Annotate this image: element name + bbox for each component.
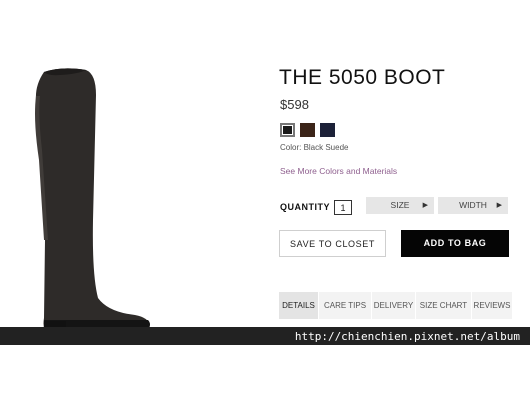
- quantity-label: QUANTITY: [280, 202, 330, 212]
- size-select-label: SIZE: [390, 200, 410, 210]
- tab-reviews[interactable]: REVIEWS: [472, 292, 513, 319]
- quantity-input[interactable]: 1: [334, 200, 352, 215]
- color-swatches: [280, 123, 335, 137]
- triangle-right-icon: ▶: [422, 202, 428, 209]
- more-colors-link[interactable]: See More Colors and Materials: [280, 166, 397, 176]
- tab-delivery[interactable]: DELIVERY: [372, 292, 416, 319]
- save-to-closet-button[interactable]: SAVE TO CLOSET: [279, 230, 386, 257]
- product-image[interactable]: [0, 0, 265, 345]
- product-price: $598: [280, 97, 309, 112]
- swatch-black[interactable]: [280, 123, 295, 137]
- watermark-text: http://chienchien.pixnet.net/album: [294, 330, 520, 343]
- triangle-right-icon: ▶: [496, 202, 502, 209]
- width-select-label: WIDTH: [459, 200, 487, 210]
- swatch-navy[interactable]: [320, 123, 335, 137]
- product-title: THE 5050 BOOT: [279, 66, 446, 89]
- width-select[interactable]: WIDTH ▶: [438, 197, 508, 214]
- product-info-tabs: DETAILS CARE TIPS DELIVERY SIZE CHART RE…: [279, 292, 513, 319]
- add-to-bag-button[interactable]: ADD TO BAG: [401, 230, 509, 257]
- tab-size-chart[interactable]: SIZE CHART: [416, 292, 472, 319]
- tab-care-tips[interactable]: CARE TIPS: [319, 292, 372, 319]
- tab-details[interactable]: DETAILS: [279, 292, 319, 319]
- size-select[interactable]: SIZE ▶: [366, 197, 434, 214]
- boot-illustration: [35, 68, 150, 335]
- swatch-brown[interactable]: [300, 123, 315, 137]
- selected-color-label: Color: Black Suede: [280, 143, 349, 152]
